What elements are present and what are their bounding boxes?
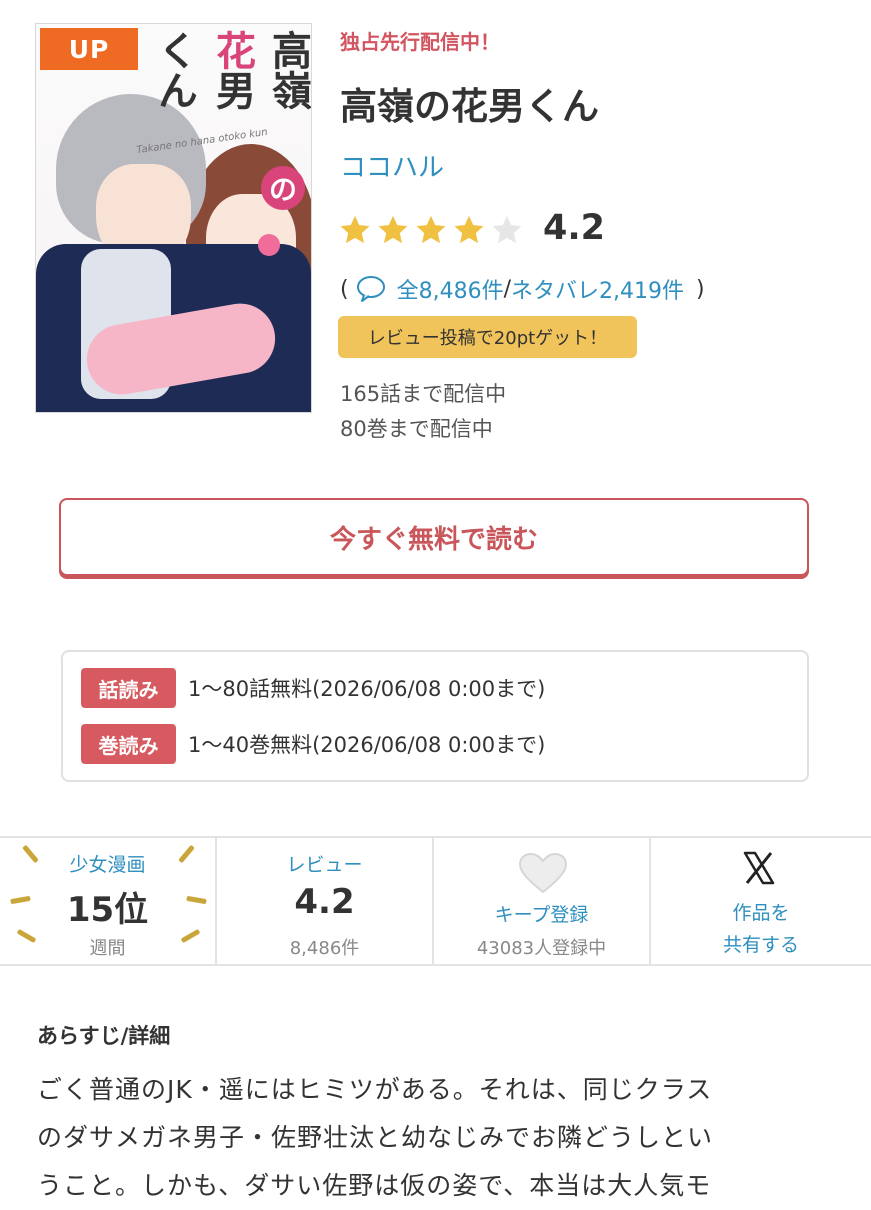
star-empty-icon bbox=[492, 215, 522, 244]
star-icon bbox=[378, 215, 408, 244]
free-episode-row[interactable]: 話読み 1〜80話無料(2026/06/08 0:00まで) bbox=[81, 668, 545, 708]
synopsis-text: ごく普通のJK・遥にはヒミツがある。それは、同じクラス のダサメガネ男子・佐野壮… bbox=[37, 1066, 837, 1210]
rating-value: 4.2 bbox=[543, 208, 606, 248]
x-logo-icon bbox=[743, 851, 775, 885]
synopsis-heading: あらすじ/詳細 bbox=[37, 1024, 171, 1048]
cover-title-col1: 高嶺 bbox=[265, 30, 311, 110]
free-episode-text: 1〜80話無料(2026/06/08 0:00まで) bbox=[188, 677, 546, 701]
ranking-value: 15位 bbox=[66, 890, 149, 930]
star-icon bbox=[340, 215, 370, 244]
page-title: 高嶺の花男くん bbox=[340, 85, 599, 128]
ranking-stat[interactable]: 少女漫画 15位 週間 bbox=[0, 838, 217, 964]
synopsis-line: うこと。しかも、ダサい佐野は仮の姿で、本当は大人気モ bbox=[37, 1171, 712, 1200]
heart-icon bbox=[518, 852, 568, 894]
synopsis-line: ごく普通のJK・遥にはヒミツがある。それは、同じクラス bbox=[37, 1075, 713, 1104]
spoiler-reviews-link[interactable]: ネタバレ2,419件 bbox=[511, 273, 684, 305]
all-reviews-link[interactable]: 全8,486件 bbox=[397, 273, 504, 305]
review-stat[interactable]: レビュー 4.2 8,486件 bbox=[217, 838, 434, 964]
ranking-period: 週間 bbox=[89, 938, 126, 959]
review-stat-label: レビュー bbox=[286, 854, 363, 876]
review-counts: ( 全8,486件 / ネタバレ2,419件 ) bbox=[340, 273, 705, 305]
stats-bar: 少女漫画 15位 週間 レビュー 4.2 8,486件 キープ登録 43083人… bbox=[0, 836, 871, 966]
synopsis-line: のダサメガネ男子・佐野壮汰と幼なじみでお隣どうしとい bbox=[37, 1123, 714, 1152]
review-stat-count: 8,486件 bbox=[289, 938, 360, 959]
cover-title-col2: 花男 bbox=[209, 30, 255, 110]
share-label-line1: 作品を bbox=[732, 902, 790, 924]
review-stat-value: 4.2 bbox=[294, 882, 355, 922]
keep-count: 43083人登録中 bbox=[476, 938, 607, 959]
volume-read-tag: 巻読み bbox=[81, 724, 176, 764]
star-icon bbox=[454, 215, 484, 244]
cover-title-col3: くん bbox=[151, 30, 197, 110]
share-button[interactable]: 作品を 共有する bbox=[651, 838, 871, 964]
comment-bubble-icon bbox=[356, 276, 385, 302]
review-bonus-badge[interactable]: レビュー投稿で20ptゲット！ bbox=[338, 316, 637, 358]
free-volume-row[interactable]: 巻読み 1〜40巻無料(2026/06/08 0:00まで) bbox=[81, 724, 545, 764]
free-reading-box: 話読み 1〜80話無料(2026/06/08 0:00まで) 巻読み 1〜40巻… bbox=[61, 650, 809, 782]
keep-label: キープ登録 bbox=[494, 904, 589, 926]
ranking-category: 少女漫画 bbox=[69, 854, 146, 876]
share-label-line2: 共有する bbox=[722, 934, 799, 956]
volumes-status: 80巻まで配信中 bbox=[340, 417, 493, 441]
author-link[interactable]: ココハル bbox=[340, 147, 444, 184]
up-badge: UP bbox=[40, 28, 138, 70]
episode-read-tag: 話読み bbox=[81, 668, 176, 708]
keep-button[interactable]: キープ登録 43083人登録中 bbox=[434, 838, 651, 964]
exclusive-label: 独占先行配信中！ bbox=[340, 30, 500, 54]
star-rating bbox=[338, 210, 524, 250]
read-free-now-button[interactable]: 今すぐ無料で読む bbox=[59, 498, 809, 576]
cover-title-no: の bbox=[261, 166, 305, 210]
star-icon bbox=[416, 215, 446, 244]
episodes-status: 165話まで配信中 bbox=[340, 382, 507, 406]
cover-image[interactable]: 高嶺 花男 くん の Takane no hana otoko kun UP bbox=[35, 23, 312, 413]
delivery-status: 165話まで配信中 80巻まで配信中 bbox=[340, 377, 506, 447]
free-volume-text: 1〜40巻無料(2026/06/08 0:00まで) bbox=[188, 733, 546, 757]
